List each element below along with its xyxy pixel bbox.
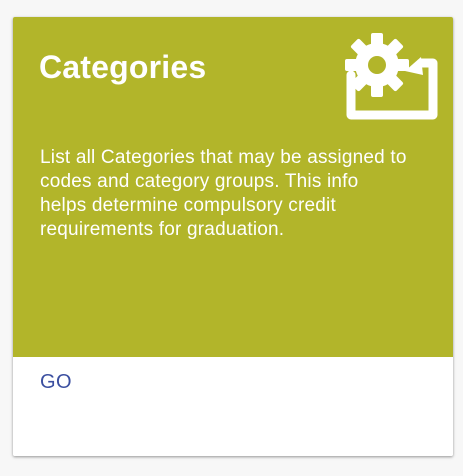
- card-header-area: Categories List all Categories that may …: [13, 17, 453, 357]
- go-button[interactable]: GO: [30, 366, 82, 398]
- card-title: Categories: [39, 49, 207, 85]
- settings-folder-icon: [345, 33, 438, 120]
- card-description: List all Categories that may be assigned…: [40, 147, 407, 240]
